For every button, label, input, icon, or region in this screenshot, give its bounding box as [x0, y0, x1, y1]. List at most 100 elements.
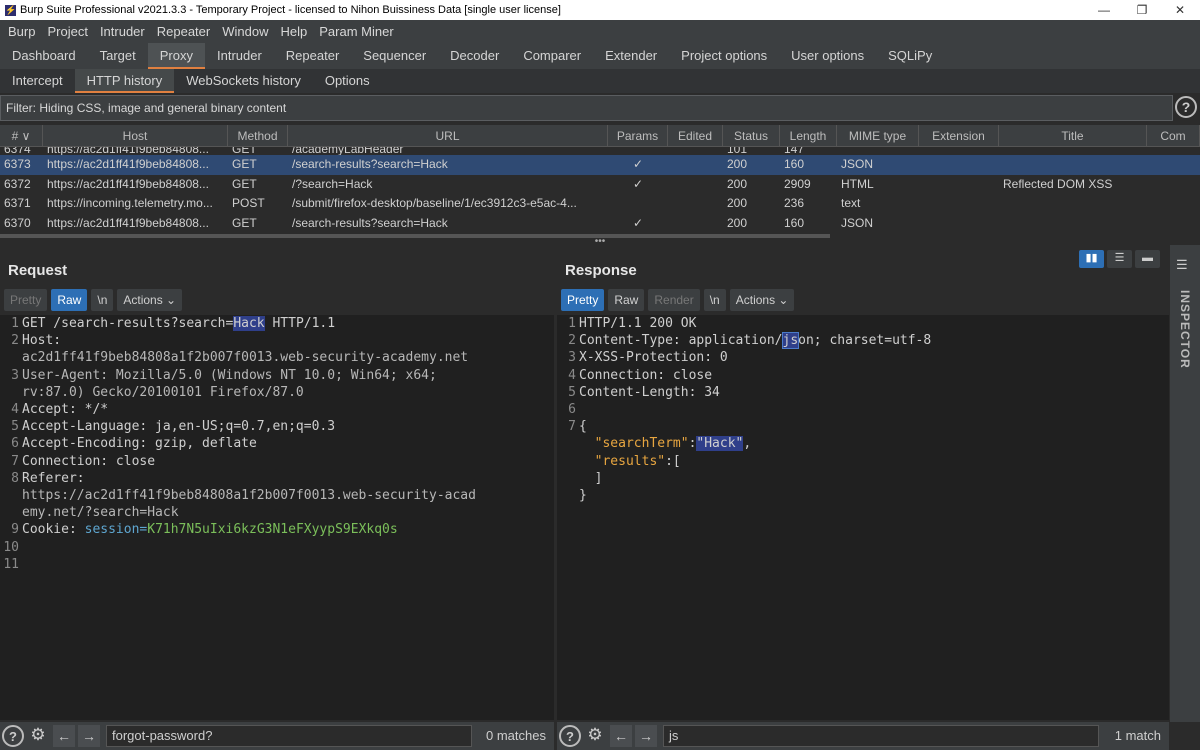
cell-status: 200: [727, 196, 748, 211]
response-editor[interactable]: 1 HTTP/1.1 200 OK 2 Content-Type: applicat…: [557, 315, 1169, 720]
cell-edited: [668, 147, 723, 155]
table-row[interactable]: 6372 https://ac2d1ff41f9beb84808... GET …: [0, 175, 1200, 195]
request-panel: Request Pretty Raw \n Actions ⌄ 1 GET /se…: [0, 250, 554, 720]
cell-edited: [668, 175, 723, 195]
highlight-match: js: [781, 332, 800, 350]
column-title[interactable]: Title: [999, 125, 1147, 146]
menu-intruder[interactable]: Intruder: [94, 24, 151, 39]
request-pretty-button[interactable]: Pretty: [4, 289, 48, 311]
tab-proxy[interactable]: Proxy: [147, 43, 205, 69]
tab-sequencer[interactable]: Sequencer: [351, 43, 438, 69]
cell-method: GET: [232, 147, 257, 155]
cell-number: 6371: [4, 196, 31, 211]
inspector-label[interactable]: INSPECTOR: [1178, 290, 1192, 369]
request-search-input[interactable]: forgot-password?: [106, 725, 472, 747]
tab-intruder[interactable]: Intruder: [205, 43, 274, 69]
menu-param-miner[interactable]: Param Miner: [313, 24, 399, 39]
column-comment[interactable]: Com: [1147, 125, 1200, 146]
gear-icon[interactable]: ⚙: [583, 724, 607, 748]
tab-options[interactable]: Options: [313, 69, 382, 93]
response-newline-button[interactable]: \n: [703, 289, 726, 311]
table-row[interactable]: 6371 https://incoming.telemetry.mo... PO…: [0, 194, 1200, 214]
tab-decoder[interactable]: Decoder: [438, 43, 511, 69]
menu-window[interactable]: Window: [216, 24, 274, 39]
burp-logo-icon: ⚡: [5, 4, 17, 16]
request-newline-button[interactable]: \n: [91, 289, 114, 311]
column-edited[interactable]: Edited: [668, 125, 723, 146]
cell-url: /submit/firefox-desktop/baseline/1/ec391…: [292, 196, 577, 211]
response-render-button[interactable]: Render: [648, 289, 700, 311]
highlight-match: "Hack": [696, 436, 744, 452]
layout-side-by-side-icon[interactable]: ▮▮: [1079, 250, 1104, 268]
menu-burp[interactable]: Burp: [2, 24, 41, 39]
tab-sqlipy[interactable]: SQLiPy: [876, 43, 944, 69]
inspector-sidebar[interactable]: ☰ INSPECTOR: [1170, 245, 1200, 722]
filter-bar[interactable]: Filter: Hiding CSS, image and general bi…: [0, 95, 1173, 121]
column-number[interactable]: # ∨: [0, 125, 43, 146]
column-extension[interactable]: Extension: [919, 125, 999, 146]
column-mime-type[interactable]: MIME type: [837, 125, 919, 146]
minimize-button[interactable]: —: [1084, 0, 1124, 20]
restore-button[interactable]: ❐: [1122, 0, 1162, 20]
tab-user-options[interactable]: User options: [779, 43, 876, 69]
tab-websockets-history[interactable]: WebSockets history: [174, 69, 313, 93]
layout-buttons: ▮▮ ☰ ▬: [1079, 250, 1160, 268]
tab-intercept[interactable]: Intercept: [0, 69, 75, 93]
column-url[interactable]: URL: [288, 125, 608, 146]
tab-dashboard[interactable]: Dashboard: [0, 43, 88, 69]
cell-url: /search-results?search=Hack: [292, 157, 448, 171]
response-panel: Response Pretty Raw Render \n Actions ⌄ …: [557, 250, 1169, 720]
help-icon[interactable]: ?: [1175, 96, 1197, 118]
response-search-input[interactable]: js: [663, 725, 1099, 747]
tab-project-options[interactable]: Project options: [669, 43, 779, 69]
table-row-selected[interactable]: 6373 https://ac2d1ff41f9beb84808... GET …: [0, 155, 1200, 175]
tab-http-history[interactable]: HTTP history: [74, 69, 175, 93]
response-actions-button[interactable]: Actions ⌄: [729, 289, 795, 311]
column-params[interactable]: Params: [608, 125, 668, 146]
close-button[interactable]: ✕: [1160, 0, 1200, 20]
cell-params: [608, 147, 668, 155]
forward-arrow-icon[interactable]: →: [78, 725, 100, 747]
cell-length: 147: [784, 147, 805, 155]
menu-project[interactable]: Project: [41, 24, 93, 39]
column-length[interactable]: Length: [780, 125, 837, 146]
help-icon[interactable]: ?: [559, 725, 581, 747]
table-row[interactable]: 6370 https://ac2d1ff41f9beb84808... GET …: [0, 214, 1200, 234]
cell-title: [999, 155, 1147, 175]
response-pretty-button[interactable]: Pretty: [561, 289, 605, 311]
column-status[interactable]: Status: [723, 125, 780, 146]
request-raw-button[interactable]: Raw: [51, 289, 88, 311]
column-host[interactable]: Host: [43, 125, 228, 146]
cell-length: 2909: [784, 176, 811, 191]
back-arrow-icon[interactable]: ←: [53, 725, 75, 747]
menu-help[interactable]: Help: [274, 24, 313, 39]
forward-arrow-icon[interactable]: →: [635, 725, 657, 747]
tab-target[interactable]: Target: [88, 43, 148, 69]
menu-bar: Burp Project Intruder Repeater Window He…: [0, 20, 1200, 43]
menu-repeater[interactable]: Repeater: [151, 24, 216, 39]
tab-extender[interactable]: Extender: [593, 43, 669, 69]
back-arrow-icon[interactable]: ←: [610, 725, 632, 747]
request-editor[interactable]: 1 GET /search-results?search=Hack HTTP/1.…: [0, 315, 554, 720]
cell-params: [608, 194, 668, 214]
tab-comparer[interactable]: Comparer: [511, 43, 593, 69]
request-actions-button[interactable]: Actions ⌄: [117, 289, 183, 311]
response-toolbar: Pretty Raw Render \n Actions ⌄: [561, 289, 795, 311]
help-icon[interactable]: ?: [2, 725, 24, 747]
gear-icon[interactable]: ⚙: [26, 724, 50, 748]
cell-extension: [919, 194, 999, 214]
tab-repeater[interactable]: Repeater: [274, 43, 351, 69]
inspector-menu-icon[interactable]: ☰: [1176, 257, 1192, 273]
table-header: # ∨ Host Method URL Params Edited Status…: [0, 125, 1200, 147]
layout-single-icon[interactable]: ▬: [1135, 250, 1160, 268]
pane-splitter-handle[interactable]: •••: [0, 237, 1200, 248]
column-method[interactable]: Method: [228, 125, 288, 146]
cell-edited: [668, 155, 723, 175]
request-match-count: 0 matches: [486, 728, 546, 743]
history-table: # ∨ Host Method URL Params Edited Status…: [0, 125, 1200, 237]
proxy-tab-bar: Intercept HTTP history WebSockets histor…: [0, 69, 1200, 93]
table-row[interactable]: 6374 https://ac2d1ff41f9beb84808... GET …: [0, 147, 1200, 155]
cell-title: Reflected DOM XSS: [1003, 176, 1113, 191]
layout-stacked-icon[interactable]: ☰: [1107, 250, 1132, 268]
response-raw-button[interactable]: Raw: [608, 289, 645, 311]
